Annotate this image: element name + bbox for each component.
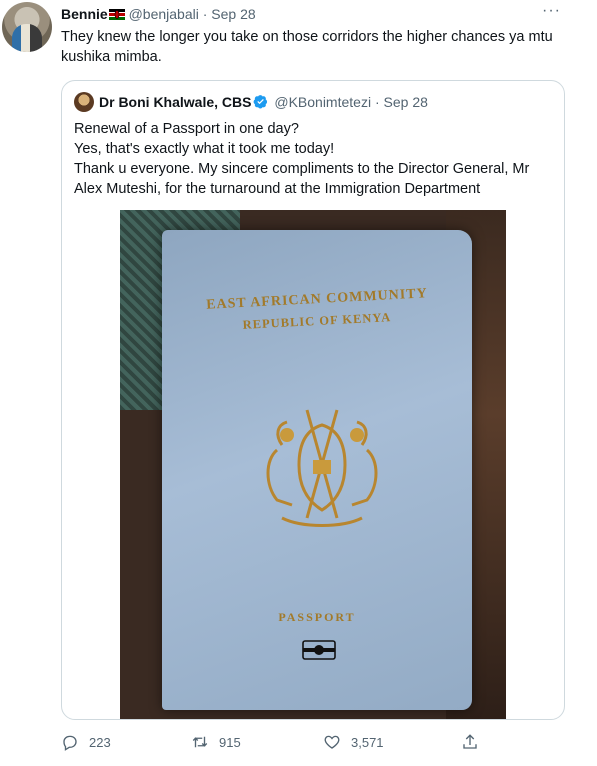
quoted-handle[interactable]: @KBonimtetezi (274, 94, 371, 110)
heart-icon (324, 735, 340, 749)
quoted-line-2: Yes, that's exactly what it took me toda… (74, 141, 335, 157)
coat-of-arms-icon (266, 409, 378, 527)
verified-badge-icon (254, 95, 268, 109)
reply-icon (63, 735, 77, 751)
more-options-icon[interactable]: ··· (542, 2, 561, 20)
action-bar: 223 915 3,571 (61, 733, 541, 755)
reply-count: 223 (89, 734, 111, 750)
passport-cover: EAST AFRICAN COMMUNITY REPUBLIC OF KENYA (162, 230, 472, 710)
author-handle[interactable]: @benjabali (129, 6, 199, 22)
author-name[interactable]: Bennie (61, 6, 108, 22)
retweet-icon (192, 736, 208, 748)
retweet-count: 915 (219, 734, 241, 750)
like-count: 3,571 (351, 734, 384, 750)
quoted-header: Dr Boni Khalwale, CBS @KBonimtetezi · Se… (99, 93, 428, 111)
quoted-text: Renewal of a Passport in one day? Yes, t… (74, 119, 554, 199)
reply-button[interactable]: 223 (61, 733, 111, 751)
biometric-chip-icon (302, 640, 336, 660)
quoted-tweet[interactable]: Dr Boni Khalwale, CBS @KBonimtetezi · Se… (61, 80, 565, 720)
kenya-flag-icon (108, 9, 125, 20)
retweet-button[interactable]: 915 (191, 733, 241, 751)
avatar-figure (12, 24, 42, 52)
quoted-timestamp[interactable]: Sep 28 (384, 94, 428, 110)
quoted-avatar[interactable] (74, 92, 94, 112)
separator-dot: · (202, 6, 208, 22)
quoted-author-name[interactable]: Dr Boni Khalwale, CBS (99, 94, 251, 110)
quoted-line-3: Thank u everyone. My sincere compliments… (74, 161, 530, 197)
share-button[interactable] (461, 733, 479, 751)
share-icon (463, 734, 477, 749)
tweet-header: Bennie @benjabali · Sep 28 (61, 5, 256, 23)
tweet-text: They knew the longer you take on those c… (61, 29, 553, 65)
tweet[interactable]: Bennie @benjabali · Sep 28 ··· They knew… (0, 0, 597, 766)
passport-photo[interactable]: EAST AFRICAN COMMUNITY REPUBLIC OF KENYA (120, 210, 506, 719)
quoted-line-1: Renewal of a Passport in one day? (74, 121, 299, 137)
passport-title-text: PASSPORT (278, 610, 356, 624)
like-button[interactable]: 3,571 (323, 733, 384, 751)
timestamp[interactable]: Sep 28 (211, 6, 255, 22)
quoted-separator-dot: · (374, 94, 380, 110)
avatar[interactable] (2, 2, 52, 52)
